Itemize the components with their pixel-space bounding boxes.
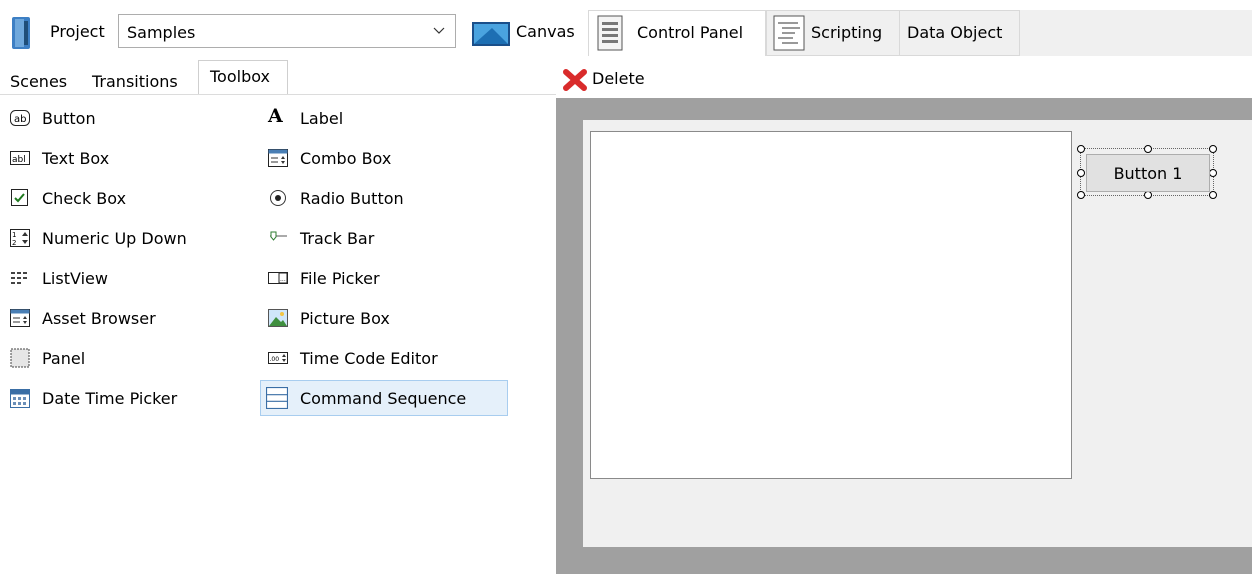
resize-handle-top[interactable] bbox=[1144, 145, 1152, 153]
subtab-toolbox-label: Toolbox bbox=[210, 67, 270, 86]
tool-panel-label: Panel bbox=[42, 349, 86, 368]
tool-file-picker-label: File Picker bbox=[300, 269, 380, 288]
tool-date-time-picker-label: Date Time Picker bbox=[42, 389, 178, 408]
trackbar-icon bbox=[270, 231, 287, 241]
svg-text:1: 1 bbox=[12, 231, 16, 239]
command-sequence-icon bbox=[266, 387, 288, 409]
subtab-scenes[interactable]: Scenes bbox=[10, 72, 67, 102]
calendar-icon bbox=[10, 389, 30, 408]
button-icon: ab bbox=[10, 110, 30, 126]
project-label: Project bbox=[50, 22, 105, 41]
asset-browser-icon bbox=[10, 309, 30, 327]
scripting-icon bbox=[773, 15, 805, 51]
resize-handle-bottom-right[interactable] bbox=[1209, 191, 1217, 199]
tool-text-box-label: Text Box bbox=[42, 149, 110, 168]
tab-control-panel[interactable]: Control Panel bbox=[588, 10, 766, 56]
listview-icon bbox=[11, 272, 27, 284]
chevron-down-icon bbox=[433, 27, 445, 34]
tool-picture-box-label: Picture Box bbox=[300, 309, 390, 328]
project-dropdown-value: Samples bbox=[127, 23, 196, 42]
tool-track-bar-label: Track Bar bbox=[300, 229, 375, 248]
tab-data-object-label: Data Object bbox=[907, 23, 1003, 42]
subtab-transitions[interactable]: Transitions bbox=[92, 72, 178, 102]
tool-check-box-label: Check Box bbox=[42, 189, 127, 208]
designer-button-1-label: Button 1 bbox=[1113, 164, 1183, 183]
tool-radio-button-label: Radio Button bbox=[300, 189, 404, 208]
tool-command-sequence-label: Command Sequence bbox=[300, 389, 467, 408]
tab-scripting[interactable]: Scripting bbox=[766, 10, 900, 56]
delete-button-label: Delete bbox=[592, 69, 645, 88]
resize-handle-bottom-left[interactable] bbox=[1077, 191, 1085, 199]
picture-icon bbox=[268, 309, 288, 327]
canvas-icon bbox=[472, 22, 510, 46]
tool-listview-label: ListView bbox=[42, 269, 108, 288]
tool-time-code-editor-label: Time Code Editor bbox=[300, 349, 438, 368]
tool-numeric-up-down-label: Numeric Up Down bbox=[42, 229, 187, 248]
delete-icon bbox=[563, 69, 587, 91]
control-panel-icon bbox=[597, 15, 623, 51]
tool-label-label: Label bbox=[300, 109, 344, 128]
tool-combo-box-label: Combo Box bbox=[300, 149, 392, 168]
resize-handle-left[interactable] bbox=[1077, 169, 1085, 177]
resize-handle-top-left[interactable] bbox=[1077, 145, 1085, 153]
svg-text:abl: abl bbox=[12, 155, 26, 165]
numeric-up-down-icon: 12 bbox=[10, 229, 30, 247]
tab-canvas[interactable]: Canvas bbox=[466, 10, 588, 56]
timecode-icon: .00 bbox=[268, 352, 288, 364]
tab-control-panel-label: Control Panel bbox=[637, 23, 744, 42]
designer-button-1[interactable]: Button 1 bbox=[1086, 154, 1210, 192]
left-subtab-bar: Scenes Transitions Toolbox bbox=[0, 60, 556, 96]
project-dropdown[interactable]: Samples bbox=[118, 14, 456, 48]
panel-icon bbox=[10, 348, 30, 368]
radio-button-icon bbox=[270, 190, 286, 206]
subtab-divider bbox=[0, 94, 556, 95]
textbox-icon: abl bbox=[10, 151, 30, 165]
svg-text:ab: ab bbox=[14, 114, 26, 125]
tab-data-object[interactable]: Data Object bbox=[900, 10, 1020, 56]
svg-text:.00: .00 bbox=[270, 356, 280, 363]
tool-asset-browser-label: Asset Browser bbox=[42, 309, 156, 328]
checkbox-icon bbox=[11, 189, 28, 206]
subtab-scenes-label: Scenes bbox=[10, 72, 68, 91]
tab-scripting-label: Scripting bbox=[811, 23, 883, 42]
resize-handle-right[interactable] bbox=[1209, 169, 1217, 177]
label-icon: A bbox=[268, 105, 283, 127]
tab-canvas-label: Canvas bbox=[516, 22, 575, 41]
svg-text:...: ... bbox=[280, 276, 286, 283]
project-icon bbox=[10, 15, 34, 51]
svg-text:2: 2 bbox=[12, 239, 16, 247]
combobox-icon bbox=[268, 149, 288, 167]
tool-button-label: Button bbox=[42, 109, 96, 128]
tab-strip-filler bbox=[1020, 10, 1252, 56]
subtab-transitions-label: Transitions bbox=[92, 72, 178, 91]
canvas-panel[interactable] bbox=[590, 131, 1072, 479]
resize-handle-top-right[interactable] bbox=[1209, 145, 1217, 153]
resize-handle-bottom[interactable] bbox=[1144, 191, 1152, 199]
file-picker-icon: ... bbox=[268, 272, 288, 284]
subtab-toolbox[interactable]: Toolbox bbox=[198, 60, 288, 94]
